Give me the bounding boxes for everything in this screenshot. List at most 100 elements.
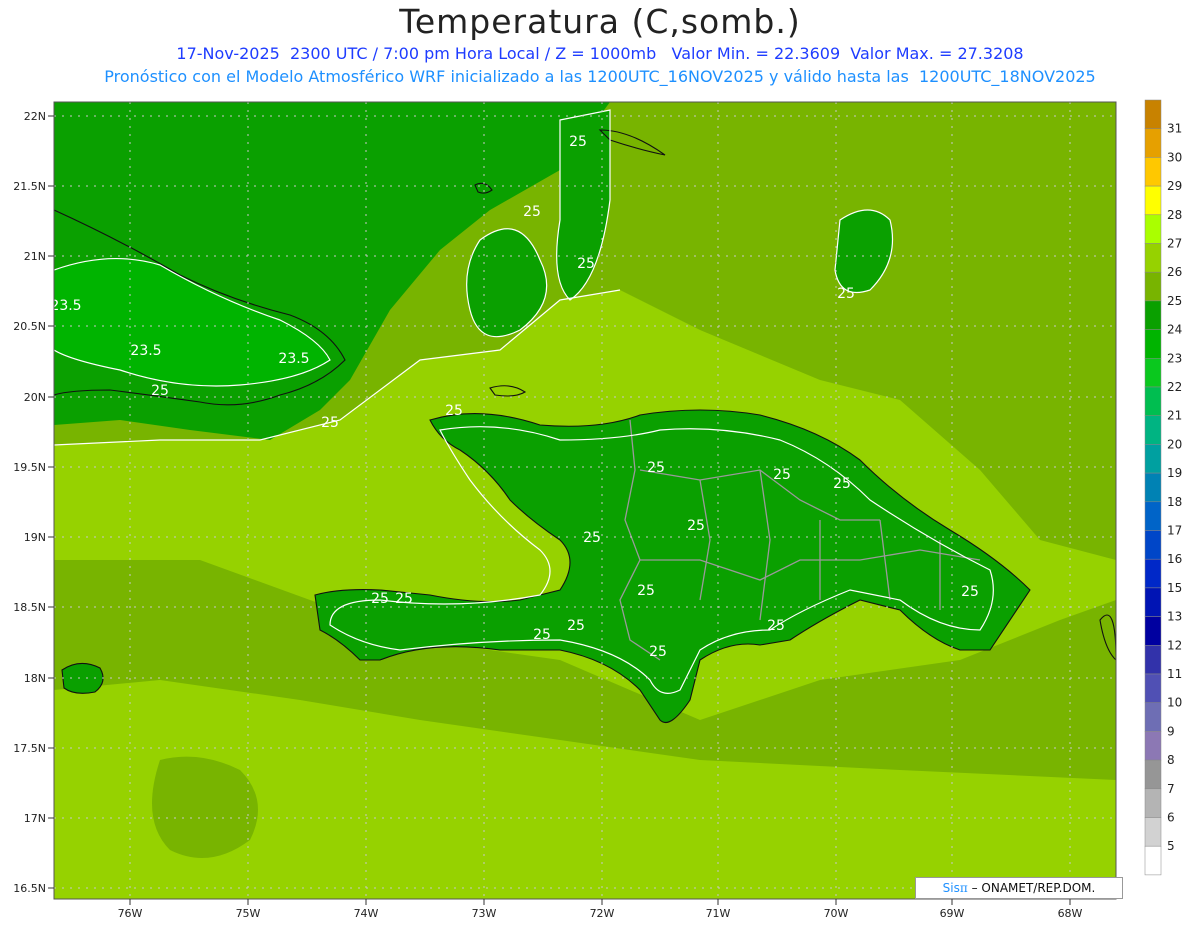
contour-label: 25 [837,286,855,302]
contour-label: 23.5 [278,351,309,367]
lon-label: 70W [824,907,849,920]
credit-sis: Sis [942,881,960,895]
contour-label: 25 [567,618,585,634]
contour-label: 25 [637,583,655,599]
colorbar-swatch [1144,501,1162,531]
contour-label: 25 [687,518,705,534]
colorbar-swatch [1144,558,1162,589]
contour-label: 25 [833,476,851,492]
credit-box: Sisπ – ONAMET/REP.DOM. [915,877,1123,899]
colorbar-swatch [1144,530,1162,560]
colorbar-label: 7 [1167,782,1175,796]
colorbar-label: 21 [1167,409,1182,423]
colorbar-label: 5 [1167,839,1175,853]
colorbar-label: 16 [1167,552,1182,566]
contour-label: 25 [649,644,667,660]
longitude-axis: 76W 75W 74W 73W 72W 71W 70W 69W 68W [118,899,1083,920]
temperature-map: 25 25 25 23.5 23.5 23.5 25 25 25 25 25 25 25 25 25 25 25… [13,99,1182,920]
colorbar-swatch [1144,243,1162,273]
lat-label: 18.5N [13,601,46,614]
contour-label: 25 [577,256,595,272]
colorbar-swatch [1144,702,1162,732]
colorbar-label: 29 [1167,179,1182,193]
colorbar-swatch [1144,788,1162,818]
colorbar-swatch [1144,731,1162,761]
colorbar-swatch [1144,845,1162,876]
lon-label: 71W [706,907,731,920]
colorbar-label: 15 [1167,581,1182,595]
colorbar-swatch [1144,759,1162,790]
colorbar-label: 12 [1167,638,1182,652]
colorbar-swatch [1144,386,1162,416]
colorbar-label: 28 [1167,208,1182,222]
lat-label: 20N [24,391,46,404]
colorbar-label: 25 [1167,294,1182,308]
lat-label: 21.5N [13,180,46,193]
contour-label: 25 [371,591,389,607]
colorbar-swatch [1144,300,1162,330]
colorbar-label: 26 [1167,265,1182,279]
colorbar-label: 17 [1167,524,1182,538]
colorbar-swatch [1144,99,1162,129]
colorbar-swatch [1144,185,1162,216]
colorbar-label: 22 [1167,380,1182,394]
colorbar-swatch [1144,472,1162,503]
colorbar-swatch [1144,444,1162,474]
colorbar-label: 27 [1167,237,1182,251]
colorbar-swatch [1144,616,1162,646]
lat-label: 17N [24,812,46,825]
colorbar-label: 31 [1167,122,1182,136]
colorbar-label: 24 [1167,323,1182,337]
lon-label: 68W [1058,907,1083,920]
lon-label: 74W [354,907,379,920]
colorbar-label: 9 [1167,724,1175,738]
colorbar-label: 8 [1167,753,1175,767]
colorbar-label: 30 [1167,150,1182,164]
colorbar-label: 10 [1167,696,1182,710]
colorbar-swatch [1144,587,1162,617]
contour-label: 25 [523,204,541,220]
colorbar: 31 30 29 28 27 26 25 24 23 22 21 20 19 18 17 16 15 13 12 11… [1144,99,1182,876]
contour-label: 25 [583,530,601,546]
lon-label: 72W [590,907,615,920]
credit-text: – ONAMET/REP.DOM. [971,881,1096,895]
lat-label: 17.5N [13,742,46,755]
lat-label: 21N [24,250,46,263]
contour-label: 25 [445,403,463,419]
plot-area: 25 25 25 23.5 23.5 23.5 25 25 25 25 25 25 25 25 25 25 25… [50,102,1116,899]
contour-label: 25 [321,415,339,431]
colorbar-swatch [1144,817,1162,847]
colorbar-swatch [1144,329,1162,359]
colorbar-swatch [1144,128,1162,158]
credit-pi: π [959,881,968,895]
colorbar-swatch [1144,214,1162,244]
contour-label: 23.5 [50,298,81,314]
lat-label: 16.5N [13,882,46,895]
band-24-25-jamaica [62,663,104,694]
colorbar-swatch [1144,271,1162,302]
lat-label: 20.5N [13,320,46,333]
colorbar-label: 20 [1167,437,1182,451]
contour-label: 25 [533,627,551,643]
contour-label: 25 [647,460,665,476]
lon-label: 76W [118,907,143,920]
lon-label: 73W [472,907,497,920]
contour-label: 23.5 [130,343,161,359]
colorbar-swatch [1144,645,1162,675]
colorbar-label: 18 [1167,495,1182,509]
lat-label: 22N [24,110,46,123]
colorbar-swatch [1144,157,1162,187]
lat-label: 18N [24,672,46,685]
latitude-axis: 22N 21.5N 21N 20.5N 20N 19.5N 19N 18.5N 18N 17.5N… [13,110,54,895]
lat-label: 19.5N [13,461,46,474]
colorbar-swatch [1144,415,1162,445]
contour-label: 25 [767,618,785,634]
lat-label: 19N [24,531,46,544]
colorbar-label: 6 [1167,811,1175,825]
lon-label: 69W [940,907,965,920]
contour-label: 25 [773,467,791,483]
colorbar-label: 13 [1167,610,1182,624]
colorbar-swatch [1144,358,1162,388]
colorbar-label: 11 [1167,667,1182,681]
lon-label: 75W [236,907,261,920]
